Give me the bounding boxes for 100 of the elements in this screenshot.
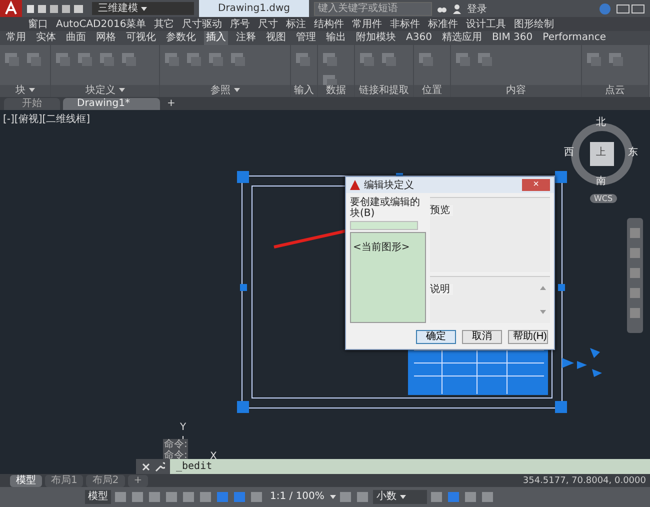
status-toggle-icon[interactable] [165, 491, 179, 503]
caret-icon[interactable] [330, 495, 336, 499]
tool-icon[interactable] [186, 51, 202, 67]
ribbon-tab[interactable]: 注释 [234, 31, 258, 45]
ribbon-tab[interactable]: 视图 [264, 31, 288, 45]
ribbon-tab[interactable]: 输出 [324, 31, 348, 45]
new-tab-button[interactable]: + [162, 98, 180, 110]
panel-title[interactable]: 数据 [318, 85, 354, 97]
tool-icon[interactable] [381, 51, 397, 67]
navigation-bar[interactable] [627, 218, 643, 333]
ribbon-tab[interactable]: 网格 [94, 31, 118, 45]
menu-item[interactable]: 结构件 [314, 17, 344, 31]
panel-title[interactable]: 输入 [291, 85, 317, 97]
menu-item[interactable]: 标准件 [428, 17, 458, 31]
menu-item[interactable]: 标注 [286, 17, 306, 31]
user-icon[interactable] [452, 4, 462, 14]
compass-south[interactable]: 南 [596, 174, 606, 188]
scroll-arrows-icon[interactable] [540, 284, 546, 315]
ribbon-tab[interactable]: A360 [404, 31, 434, 45]
status-toggle-icon[interactable] [233, 491, 247, 503]
tool-icon[interactable] [4, 51, 20, 67]
workspace-dropdown[interactable]: 三维建模 [92, 2, 194, 15]
ribbon-tab[interactable]: 参数化 [164, 31, 198, 45]
tool-icon[interactable] [608, 51, 624, 67]
new-layout-button[interactable]: + [128, 474, 148, 486]
ribbon-tab[interactable]: 管理 [294, 31, 318, 45]
units-dropdown[interactable]: 小数 [373, 490, 428, 504]
tool-icon[interactable] [418, 51, 434, 67]
tool-icon[interactable] [322, 51, 338, 67]
status-toggle-icon[interactable] [430, 491, 444, 503]
model-space-button[interactable]: 模型 [85, 490, 111, 504]
panel-title[interactable]: 点云 [582, 85, 648, 97]
tool-icon[interactable] [295, 51, 311, 67]
layout-tab[interactable]: 模型 [10, 474, 42, 486]
file-tab[interactable]: Drawing1* [63, 98, 160, 110]
wrench-icon[interactable] [155, 462, 165, 472]
tool-icon[interactable] [121, 51, 137, 67]
menu-item[interactable]: 其它 [154, 17, 174, 31]
tool-icon[interactable] [55, 51, 71, 67]
menu-item[interactable]: 设计工具 [466, 17, 506, 31]
compass-west[interactable]: 西 [564, 145, 574, 159]
layout-tab[interactable]: 布局1 [45, 474, 84, 486]
status-toggle-icon[interactable] [131, 491, 145, 503]
tool-icon[interactable] [322, 73, 338, 85]
menu-item[interactable]: 尺寸驱动 [182, 17, 222, 31]
help-icon[interactable] [599, 2, 611, 14]
ribbon-tab[interactable]: 附加模块 [354, 31, 398, 45]
panel-title[interactable]: 参照 [160, 85, 290, 97]
ribbon-tab[interactable]: 可视化 [124, 31, 158, 45]
compass-north[interactable]: 北 [596, 115, 606, 129]
status-toggle-icon[interactable] [339, 491, 354, 503]
search-field[interactable]: 键入关键字或短语 [314, 2, 432, 16]
sign-in-link[interactable]: 登录 [467, 2, 487, 16]
panel-title[interactable]: 内容 [451, 85, 581, 97]
panel-title[interactable]: 块 [0, 85, 50, 97]
status-toggle-icon[interactable] [464, 491, 478, 503]
status-toggle-icon[interactable] [148, 491, 162, 503]
tool-icon[interactable] [230, 51, 246, 67]
block-list-item[interactable]: <当前图形> [353, 242, 410, 253]
panel-title[interactable]: 位置 [414, 85, 450, 97]
menu-item[interactable]: 尺寸 [258, 17, 278, 31]
block-name-field[interactable] [350, 221, 418, 230]
menu-item[interactable]: 窗口 [28, 17, 48, 31]
panel-title[interactable]: 链接和提取 [355, 85, 413, 97]
tool-icon[interactable] [99, 51, 115, 67]
menu-item[interactable]: AutoCAD2016菜单 [56, 17, 146, 31]
compass-east[interactable]: 东 [628, 145, 638, 159]
menu-item[interactable]: 序号 [230, 17, 250, 31]
window-controls-icon[interactable] [616, 4, 646, 14]
menu-item[interactable]: 非标件 [390, 17, 420, 31]
dialog-button[interactable]: 取消 [462, 330, 502, 344]
command-input[interactable]: _bedit [170, 459, 650, 474]
ribbon-tab[interactable]: 精选应用 [440, 31, 484, 45]
annotation-scale[interactable]: 1:1 / 100% [267, 490, 328, 504]
close-icon[interactable] [142, 462, 150, 470]
tool-icon[interactable] [477, 51, 493, 67]
close-button[interactable]: × [522, 179, 550, 191]
menu-item[interactable]: 常用件 [352, 17, 382, 31]
tool-icon[interactable] [208, 51, 224, 67]
dialog-button[interactable]: 确定 [416, 330, 456, 344]
ribbon-tab[interactable]: 曲面 [64, 31, 88, 45]
tool-icon[interactable] [586, 51, 602, 67]
tool-icon[interactable] [455, 51, 471, 67]
menu-item[interactable]: 图形绘制 [514, 17, 554, 31]
status-toggle-icon[interactable] [481, 491, 496, 503]
panel-title[interactable]: 块定义 [51, 85, 159, 97]
status-toggle-icon[interactable] [114, 491, 128, 503]
tool-icon[interactable] [359, 51, 375, 67]
status-toggle-icon[interactable] [447, 491, 462, 503]
dialog-button[interactable]: 帮助(H) [508, 330, 548, 344]
ribbon-tab[interactable]: BIM 360 [490, 31, 535, 45]
status-toggle-icon[interactable] [250, 491, 264, 503]
status-toggle-icon[interactable] [182, 491, 196, 503]
ribbon-tab[interactable]: Performance [540, 31, 608, 45]
tool-icon[interactable] [77, 51, 93, 67]
ribbon-tab[interactable]: 常用 [4, 31, 28, 45]
status-toggle-icon[interactable] [216, 491, 230, 503]
file-tab[interactable]: 开始 [4, 98, 60, 110]
viewport-label[interactable]: [-][俯视][二维线框] [3, 112, 90, 126]
status-toggle-icon[interactable] [199, 491, 213, 503]
